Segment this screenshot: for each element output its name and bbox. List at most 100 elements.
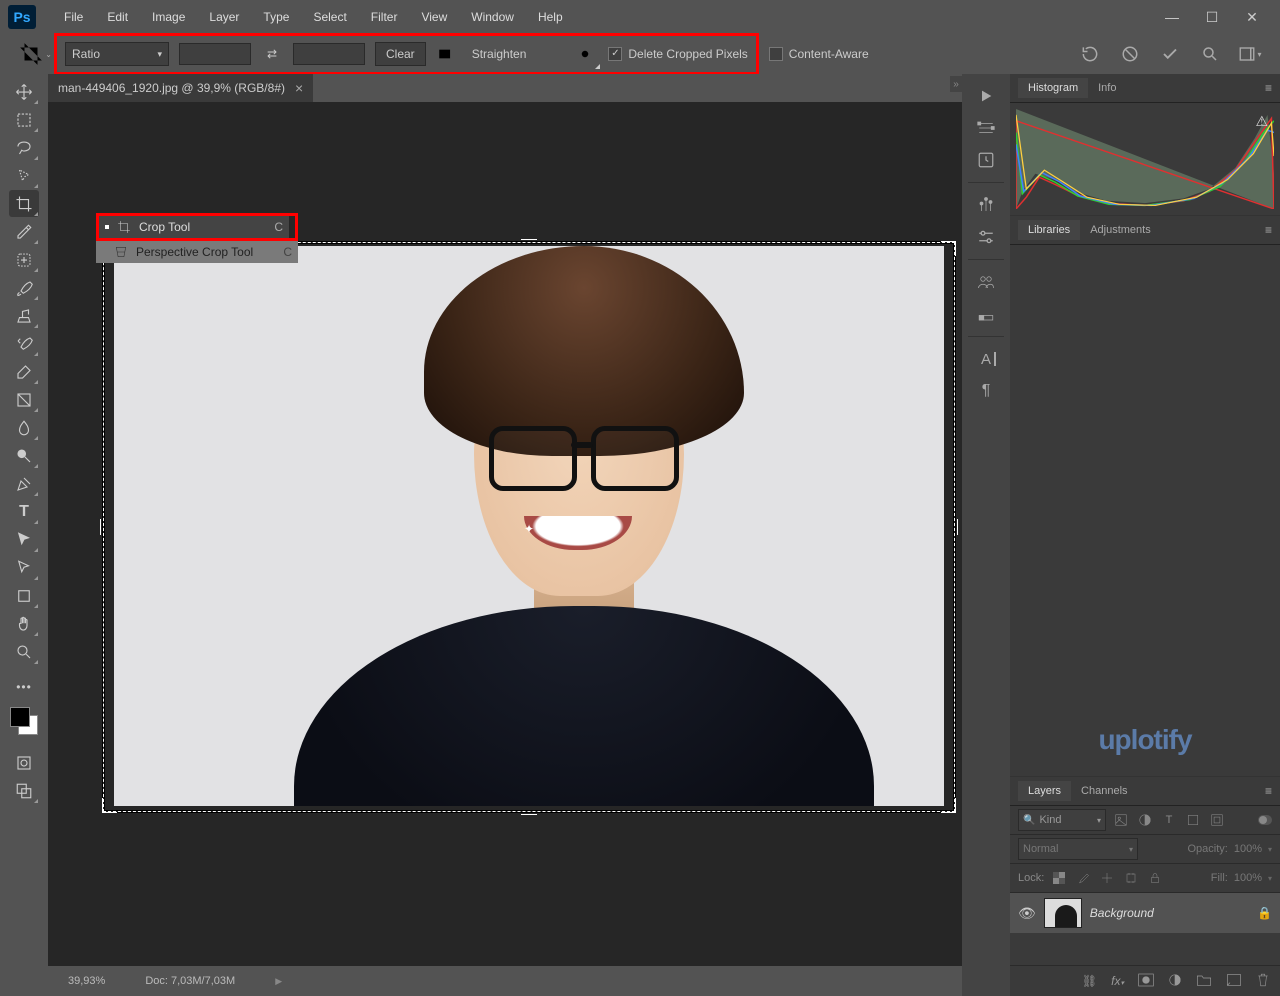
flyout-perspective-crop-tool[interactable]: Perspective Crop Tool C — [96, 241, 298, 263]
crop-settings-icon[interactable] — [572, 41, 598, 67]
reset-crop-icon[interactable] — [1078, 42, 1102, 66]
history-brush-tool[interactable] — [9, 330, 39, 357]
blend-mode-select[interactable]: Normal▾ — [1018, 838, 1138, 860]
lock-all-icon[interactable] — [1146, 869, 1164, 887]
delete-cropped-pixels-checkbox[interactable]: ✓ Delete Cropped Pixels — [608, 47, 747, 61]
crop-marquee[interactable]: ✦ — [103, 242, 955, 812]
filter-shape-icon[interactable] — [1184, 811, 1202, 829]
tab-channels[interactable]: Channels — [1071, 781, 1137, 801]
window-maximize-button[interactable]: ☐ — [1192, 3, 1232, 31]
delete-layer-icon[interactable] — [1256, 972, 1270, 991]
doc-size[interactable]: Doc: 7,03M/7,03M — [145, 975, 235, 987]
histogram-warning-icon[interactable]: ⚠ — [1255, 113, 1268, 130]
window-minimize-button[interactable]: — — [1152, 3, 1192, 31]
quick-select-tool[interactable] — [9, 162, 39, 189]
panel-menu-icon[interactable]: ≡ — [1265, 223, 1272, 237]
layer-name[interactable]: Background — [1090, 906, 1154, 920]
menu-window[interactable]: Window — [459, 6, 526, 28]
direct-select-tool[interactable] — [9, 554, 39, 581]
menu-edit[interactable]: Edit — [95, 6, 140, 28]
tab-layers[interactable]: Layers — [1018, 781, 1071, 801]
lock-artboard-icon[interactable] — [1122, 869, 1140, 887]
filter-type-icon[interactable]: T — [1160, 811, 1178, 829]
filter-pixel-icon[interactable] — [1112, 811, 1130, 829]
layer-row-background[interactable]: 👁 Background 🔒 — [1010, 893, 1280, 933]
brushes-icon[interactable] — [971, 191, 1001, 219]
swap-dimensions-icon[interactable]: ⇄ — [261, 43, 283, 65]
tab-info[interactable]: Info — [1088, 78, 1126, 98]
sliders-icon[interactable] — [971, 223, 1001, 251]
workspace-icon[interactable]: ▾ — [1238, 42, 1262, 66]
visibility-toggle-icon[interactable]: 👁 — [1018, 905, 1036, 922]
straighten-icon[interactable] — [436, 41, 462, 67]
clone-stamp-tool[interactable] — [9, 302, 39, 329]
foreground-color-swatch[interactable] — [10, 707, 30, 727]
lock-paint-icon[interactable] — [1074, 869, 1092, 887]
eyedropper-tool[interactable] — [9, 218, 39, 245]
new-group-icon[interactable] — [1196, 973, 1212, 990]
menu-filter[interactable]: Filter — [359, 6, 410, 28]
zoom-tool[interactable] — [9, 638, 39, 665]
swatches-icon[interactable] — [971, 300, 1001, 328]
tab-histogram[interactable]: Histogram — [1018, 78, 1088, 98]
crop-width-input[interactable] — [179, 43, 251, 65]
lasso-tool[interactable] — [9, 134, 39, 161]
properties-icon[interactable] — [971, 114, 1001, 142]
zoom-level[interactable]: 39,93% — [68, 975, 105, 987]
link-layers-icon[interactable]: ⛓ — [1082, 974, 1097, 988]
hand-tool[interactable] — [9, 610, 39, 637]
panel-menu-icon[interactable]: ≡ — [1265, 81, 1272, 95]
crop-tool[interactable] — [9, 190, 39, 217]
layer-lock-icon[interactable]: 🔒 — [1257, 906, 1272, 920]
content-aware-checkbox[interactable]: Content-Aware — [769, 47, 869, 61]
adjustment-layer-icon[interactable] — [1168, 973, 1182, 990]
opacity-value[interactable]: 100% — [1234, 843, 1262, 855]
filter-adjustment-icon[interactable] — [1136, 811, 1154, 829]
lock-position-icon[interactable] — [1098, 869, 1116, 887]
add-mask-icon[interactable] — [1138, 973, 1154, 990]
crop-ratio-select[interactable]: Ratio▾ — [65, 42, 169, 66]
panel-menu-icon[interactable]: ≡ — [1265, 784, 1272, 798]
lock-transparency-icon[interactable] — [1050, 869, 1068, 887]
menu-select[interactable]: Select — [301, 6, 358, 28]
crop-clear-button[interactable]: Clear — [375, 42, 426, 66]
character-icon[interactable]: A — [971, 345, 1001, 373]
tab-libraries[interactable]: Libraries — [1018, 220, 1080, 240]
document-tab[interactable]: man-449406_1920.jpg @ 39,9% (RGB/8#) × — [48, 74, 313, 102]
people-icon[interactable] — [971, 268, 1001, 296]
menu-layer[interactable]: Layer — [197, 6, 251, 28]
collapse-right-dock-icon[interactable]: » — [950, 76, 962, 92]
eraser-tool[interactable] — [9, 358, 39, 385]
path-select-tool[interactable] — [9, 526, 39, 553]
cancel-crop-icon[interactable] — [1118, 42, 1142, 66]
menu-type[interactable]: Type — [251, 6, 301, 28]
pen-tool[interactable] — [9, 470, 39, 497]
clock-icon[interactable] — [971, 146, 1001, 174]
marquee-tool[interactable] — [9, 106, 39, 133]
type-tool[interactable]: T — [9, 498, 39, 525]
screen-mode-icon[interactable] — [9, 777, 39, 804]
filter-smart-icon[interactable] — [1208, 811, 1226, 829]
close-tab-icon[interactable]: × — [295, 80, 303, 96]
brush-tool[interactable] — [9, 274, 39, 301]
move-tool[interactable] — [9, 78, 39, 105]
menu-view[interactable]: View — [409, 6, 459, 28]
paragraph-icon[interactable]: ¶ — [971, 377, 1001, 405]
crop-overlay-icon[interactable] — [536, 41, 562, 67]
color-swatches[interactable] — [10, 707, 38, 735]
new-layer-icon[interactable] — [1226, 973, 1242, 990]
menu-file[interactable]: File — [52, 6, 95, 28]
crop-tool-indicator-icon[interactable]: ⌄ — [18, 41, 44, 67]
blur-tool[interactable] — [9, 414, 39, 441]
edit-toolbar-icon[interactable]: ••• — [9, 673, 39, 700]
search-icon[interactable] — [1198, 42, 1222, 66]
healing-brush-tool[interactable] — [9, 246, 39, 273]
flyout-crop-tool[interactable]: Crop Tool C — [99, 216, 289, 238]
menu-image[interactable]: Image — [140, 6, 197, 28]
layer-thumbnail[interactable] — [1044, 898, 1082, 928]
layer-filter-type-select[interactable]: 🔍Kind▾ — [1018, 809, 1106, 831]
fill-value[interactable]: 100% — [1234, 872, 1262, 884]
play-icon[interactable] — [971, 82, 1001, 110]
tab-adjustments[interactable]: Adjustments — [1080, 220, 1161, 240]
shape-tool[interactable] — [9, 582, 39, 609]
